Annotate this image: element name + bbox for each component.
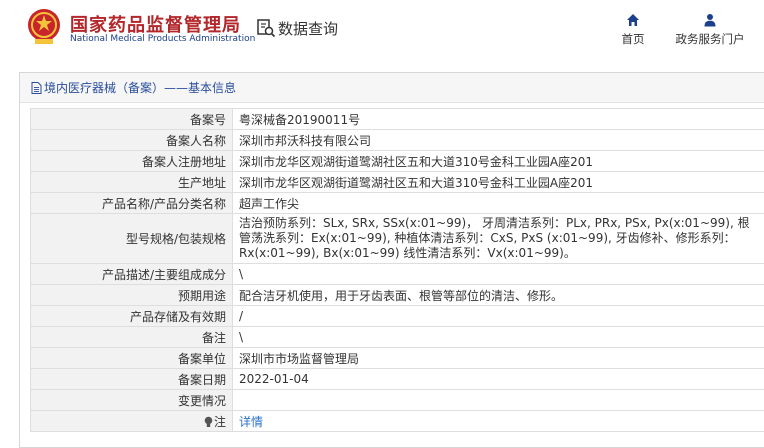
info-table: 备案号 粤深械备20190011号 备案人名称 深圳市邦沃科技有限公司 备案人注… [30,108,764,432]
row-value: 配合洁牙机使用，用于牙齿表面、根管等部位的清洁、修形。 [232,284,764,306]
table-row: 产品存储及有效期 / [30,305,764,327]
table-row: 备案人名称 深圳市邦沃科技有限公司 [30,129,764,151]
data-query-link[interactable]: 数据查询 [256,17,338,39]
document-icon [31,81,42,94]
table-row: 备案号 粤深械备20190011号 [30,108,764,130]
table-row: 注 详情 [30,410,764,432]
row-value: 粤深械备20190011号 [232,108,764,130]
table-row: 备案日期 2022-01-04 [30,368,764,390]
detail-panel: 境内医疗器械（备案）——基本信息 备案号 粤深械备20190011号 备案人名称… [19,72,764,448]
table-row: 备案人注册地址 深圳市龙华区观湖街道鹭湖社区五和大道310号金科工业园A座201 [30,150,764,172]
row-value [232,389,764,411]
site-subtitle: National Medical Products Administration [70,34,256,44]
home-icon [627,14,639,26]
table-row: 生产地址 深圳市龙华区观湖街道鹭湖社区五和大道310号金科工业园A座201 [30,171,764,193]
nav-gov-service-label: 政务服务门户 [675,32,745,46]
row-label: 生产地址 [30,171,233,193]
table-row: 产品名称/产品分类名称 超声工作尖 [30,192,764,214]
row-label: 备案日期 [30,368,233,390]
row-label: 备注 [30,326,233,348]
row-label: 备案号 [30,108,233,130]
nav-home-label: 首页 [621,32,645,46]
table-row: 预期用途 配合洁牙机使用，用于牙齿表面、根管等部位的清洁、修形。 [30,284,764,306]
nav-gov-service[interactable]: 政务服务门户 [670,13,750,47]
row-label-note: 注 [30,410,233,432]
table-row: 备注 \ [30,326,764,348]
row-value: 详情 [232,410,764,432]
row-value: 深圳市市场监督管理局 [232,347,764,369]
row-value: / [232,305,764,327]
row-value: \ [232,326,764,348]
row-label: 产品存储及有效期 [30,305,233,327]
row-label-text: 注 [213,414,226,429]
row-label: 变更情况 [30,389,233,411]
row-value: 2022-01-04 [232,368,764,390]
row-value: \ [232,263,764,285]
table-row: 产品描述/主要组成成分 \ [30,263,764,285]
row-value: 深圳市龙华区观湖街道鹭湖社区五和大道310号金科工业园A座201 [232,171,764,193]
lightbulb-icon [204,416,213,427]
table-row: 变更情况 [30,389,764,411]
table-row: 备案单位 深圳市市场监督管理局 [30,347,764,369]
table-row: 型号规格/包装规格 洁治预防系列：SLx, SRx, SSx(x:01~99)，… [30,213,764,264]
nav-home[interactable]: 首页 [618,13,648,47]
data-query-label: 数据查询 [278,19,339,38]
row-value: 深圳市邦沃科技有限公司 [232,129,764,151]
national-emblem-icon [28,9,60,44]
row-label: 型号规格/包装规格 [30,213,233,264]
site-header: 国家药品监督管理局 National Medical Products Admi… [0,0,764,62]
search-document-icon [257,19,276,38]
row-value: 洁治预防系列：SLx, SRx, SSx(x:01~99)， 牙周清洁系列：PL… [232,213,764,264]
row-value: 超声工作尖 [232,192,764,214]
row-label: 产品名称/产品分类名称 [30,192,233,214]
row-label: 预期用途 [30,284,233,306]
breadcrumb-text: 境内医疗器械（备案）——基本信息 [44,81,237,95]
details-link[interactable]: 详情 [239,415,263,429]
breadcrumb: 境内医疗器械（备案）——基本信息 [20,73,764,103]
row-label: 备案人名称 [30,129,233,151]
row-label: 产品描述/主要组成成分 [30,263,233,285]
row-label: 备案单位 [30,347,233,369]
user-icon [704,14,716,27]
row-label: 备案人注册地址 [30,150,233,172]
row-value: 深圳市龙华区观湖街道鹭湖社区五和大道310号金科工业园A座201 [232,150,764,172]
